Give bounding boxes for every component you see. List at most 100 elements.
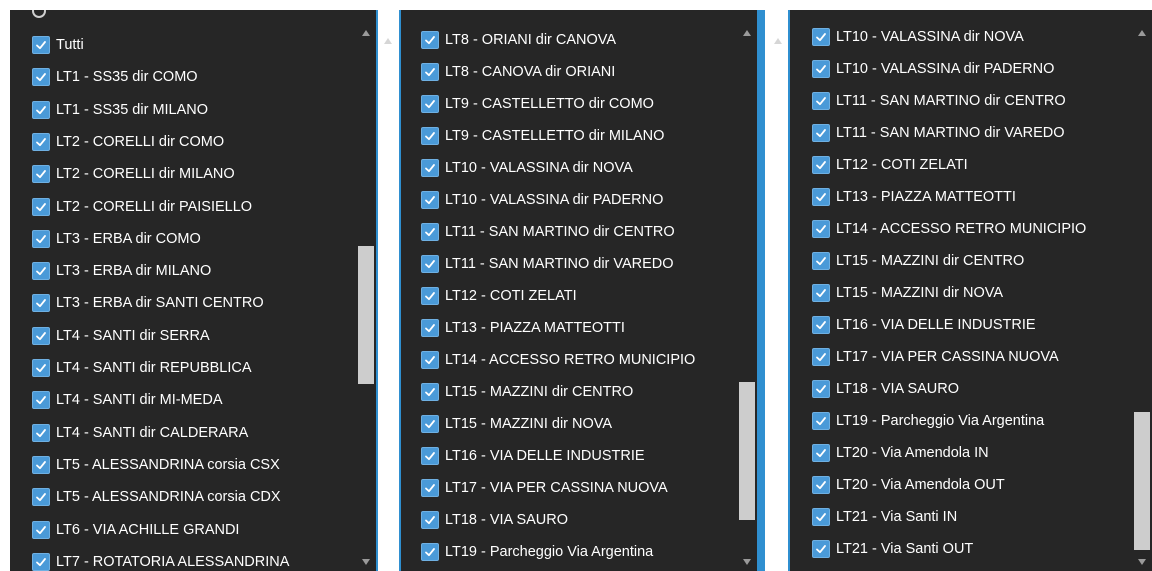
scroll-up-icon[interactable] xyxy=(1132,24,1152,42)
checklist-item[interactable]: LT9 - CASTELLETTO dir MILANO xyxy=(421,123,664,149)
checklist-item[interactable]: LT16 - VIA DELLE INDUSTRIE xyxy=(812,312,1036,338)
checklist-item[interactable]: LT4 - SANTI dir CALDERARA xyxy=(32,420,248,446)
checklist-item[interactable]: LT3 - ERBA dir MILANO xyxy=(32,258,211,284)
checklist-item[interactable]: LT3 - ERBA dir COMO xyxy=(32,226,201,252)
checkmark-icon[interactable] xyxy=(812,124,830,142)
checklist-item[interactable]: LT1 - SS35 dir MILANO xyxy=(32,97,208,123)
checkmark-icon[interactable] xyxy=(421,511,439,529)
checklist-item[interactable]: LT5 - ALESSANDRINA corsia CDX xyxy=(32,484,281,510)
checklist-item[interactable]: LT11 - SAN MARTINO dir VAREDO xyxy=(812,120,1065,146)
checklist-item[interactable]: LT5 - ALESSANDRINA corsia CSX xyxy=(32,452,280,478)
checkmark-icon[interactable] xyxy=(421,255,439,273)
scroll-down-icon[interactable] xyxy=(1132,553,1152,571)
checklist-item[interactable]: LT19 - Parcheggio Via Argentina xyxy=(812,408,1044,434)
checkmark-icon[interactable] xyxy=(812,540,830,558)
checklist-item[interactable]: LT15 - MAZZINI dir CENTRO xyxy=(421,379,633,405)
checkmark-icon[interactable] xyxy=(812,412,830,430)
checklist-item[interactable]: LT4 - SANTI dir SERRA xyxy=(32,323,210,349)
checklist-item[interactable]: LT1 - SS35 dir COMO xyxy=(32,64,198,90)
checkmark-icon[interactable] xyxy=(812,220,830,238)
checkmark-icon[interactable] xyxy=(32,391,50,410)
checklist-item[interactable]: LT11 - SAN MARTINO dir CENTRO xyxy=(421,219,675,245)
checkmark-icon[interactable] xyxy=(32,520,50,539)
checklist-item[interactable]: LT8 - ORIANI dir CANOVA xyxy=(421,27,616,53)
checklist-item[interactable]: LT6 - VIA ACHILLE GRANDI xyxy=(32,517,239,543)
checkmark-icon[interactable] xyxy=(812,60,830,78)
checklist-item[interactable]: LT2 - CORELLI dir MILANO xyxy=(32,161,235,187)
checkmark-icon[interactable] xyxy=(32,229,50,248)
checkmark-icon[interactable] xyxy=(421,31,439,49)
checkmark-icon[interactable] xyxy=(421,383,439,401)
checkmark-icon[interactable] xyxy=(812,380,830,398)
checklist-item[interactable]: LT8 - CANOVA dir ORIANI xyxy=(421,59,615,85)
checklist-1[interactable]: Tutti LT1 - SS35 dir COMO LT1 - SS35 dir M… xyxy=(10,10,356,571)
checkmark-icon[interactable] xyxy=(812,316,830,334)
checkmark-icon[interactable] xyxy=(32,359,50,377)
scrollbar-1[interactable] xyxy=(356,10,376,571)
checklist-3[interactable]: LT10 - VALASSINA dir NOVA LT10 - VALASSIN… xyxy=(790,10,1132,571)
scroll-up-icon[interactable] xyxy=(356,24,376,42)
checkmark-icon[interactable] xyxy=(812,508,830,526)
checkmark-icon[interactable] xyxy=(32,423,50,442)
checklist-item[interactable]: LT13 - PIAZZA MATTEOTTI xyxy=(421,315,625,341)
checklist-item[interactable]: LT10 - VALASSINA dir PADERNO xyxy=(812,56,1054,82)
checklist-item[interactable]: LT16 - VIA DELLE INDUSTRIE xyxy=(421,443,645,469)
scroll-up-icon[interactable] xyxy=(737,24,757,42)
checklist-item[interactable]: LT7 - ROTATORIA ALESSANDRINA xyxy=(32,549,289,571)
checklist-item[interactable]: LT14 - ACCESSO RETRO MUNICIPIO xyxy=(421,347,695,373)
checklist-item[interactable]: Tutti xyxy=(32,32,84,58)
checkmark-icon[interactable] xyxy=(812,28,830,46)
checklist-item[interactable]: LT18 - VIA SAURO xyxy=(421,507,568,533)
checklist-item[interactable]: LT17 - VIA PER CASSINA NUOVA xyxy=(421,475,668,501)
checklist-item[interactable]: LT15 - MAZZINI dir NOVA xyxy=(421,411,612,437)
checkmark-icon[interactable] xyxy=(421,159,439,177)
checkmark-icon[interactable] xyxy=(812,348,830,366)
checkmark-icon[interactable] xyxy=(421,63,439,81)
checkmark-icon[interactable] xyxy=(812,188,830,206)
checkmark-icon[interactable] xyxy=(812,156,830,174)
scroll-down-icon[interactable] xyxy=(356,553,376,571)
checklist-item[interactable]: LT3 - ERBA dir SANTI CENTRO xyxy=(32,290,264,316)
checkmark-icon[interactable] xyxy=(812,92,830,110)
scrollbar-2[interactable] xyxy=(737,10,757,571)
checklist-item[interactable]: LT15 - MAZZINI dir CENTRO xyxy=(812,248,1024,274)
checkmark-icon[interactable] xyxy=(32,197,50,216)
scroll-thumb[interactable] xyxy=(358,246,374,384)
checklist-item[interactable]: LT20 - Via Amendola IN xyxy=(812,440,989,466)
checklist-item[interactable]: LT2 - CORELLI dir PAISIELLO xyxy=(32,194,252,220)
checkmark-icon[interactable] xyxy=(32,68,50,87)
checkmark-icon[interactable] xyxy=(421,351,439,369)
checkmark-icon[interactable] xyxy=(32,488,50,507)
checkmark-icon[interactable] xyxy=(32,165,50,184)
checklist-item[interactable]: LT18 - VIA SAURO xyxy=(812,376,959,402)
scroll-down-icon[interactable] xyxy=(737,553,757,571)
checkmark-icon[interactable] xyxy=(812,284,830,302)
checklist-item[interactable]: LT2 - CORELLI dir COMO xyxy=(32,129,224,155)
checkmark-icon[interactable] xyxy=(421,287,439,305)
checklist-item[interactable]: LT10 - VALASSINA dir NOVA xyxy=(812,24,1024,50)
checklist-item[interactable]: LT11 - SAN MARTINO dir VAREDO xyxy=(421,251,674,277)
checklist-item[interactable]: LT14 - ACCESSO RETRO MUNICIPIO xyxy=(812,216,1086,242)
checkmark-icon[interactable] xyxy=(421,191,439,209)
checklist-item[interactable]: LT4 - SANTI dir MI-MEDA xyxy=(32,387,223,413)
checkmark-icon[interactable] xyxy=(421,95,439,113)
checkmark-icon[interactable] xyxy=(421,479,439,497)
checkmark-icon[interactable] xyxy=(421,223,439,241)
checklist-item[interactable]: LT10 - VALASSINA dir PADERNO xyxy=(421,187,663,213)
checklist-item[interactable]: LT12 - COTI ZELATI xyxy=(812,152,968,178)
checkmark-icon[interactable] xyxy=(421,127,439,145)
checklist-item[interactable]: LT9 - CASTELLETTO dir COMO xyxy=(421,91,654,117)
checklist-item[interactable]: LT21 - Via Santi IN xyxy=(812,504,957,530)
checkmark-icon[interactable] xyxy=(32,262,50,281)
checklist-item[interactable]: LT4 - SANTI dir REPUBBLICA xyxy=(32,355,252,381)
checklist-2[interactable]: LT8 - ORIANI dir CANOVA LT8 - CANOVA dir … xyxy=(401,10,737,571)
checklist-item[interactable]: LT20 - Via Amendola OUT xyxy=(812,472,1005,498)
scroll-thumb[interactable] xyxy=(1134,412,1150,550)
scroll-thumb[interactable] xyxy=(739,382,755,520)
checkmark-icon[interactable] xyxy=(812,252,830,270)
checklist-item[interactable]: LT19 - Parcheggio Via Argentina xyxy=(421,539,653,565)
checkmark-icon[interactable] xyxy=(32,294,50,313)
checkmark-icon[interactable] xyxy=(421,447,439,465)
scrollbar-3[interactable] xyxy=(1132,10,1152,571)
checklist-item[interactable]: LT10 - VALASSINA dir NOVA xyxy=(421,155,633,181)
